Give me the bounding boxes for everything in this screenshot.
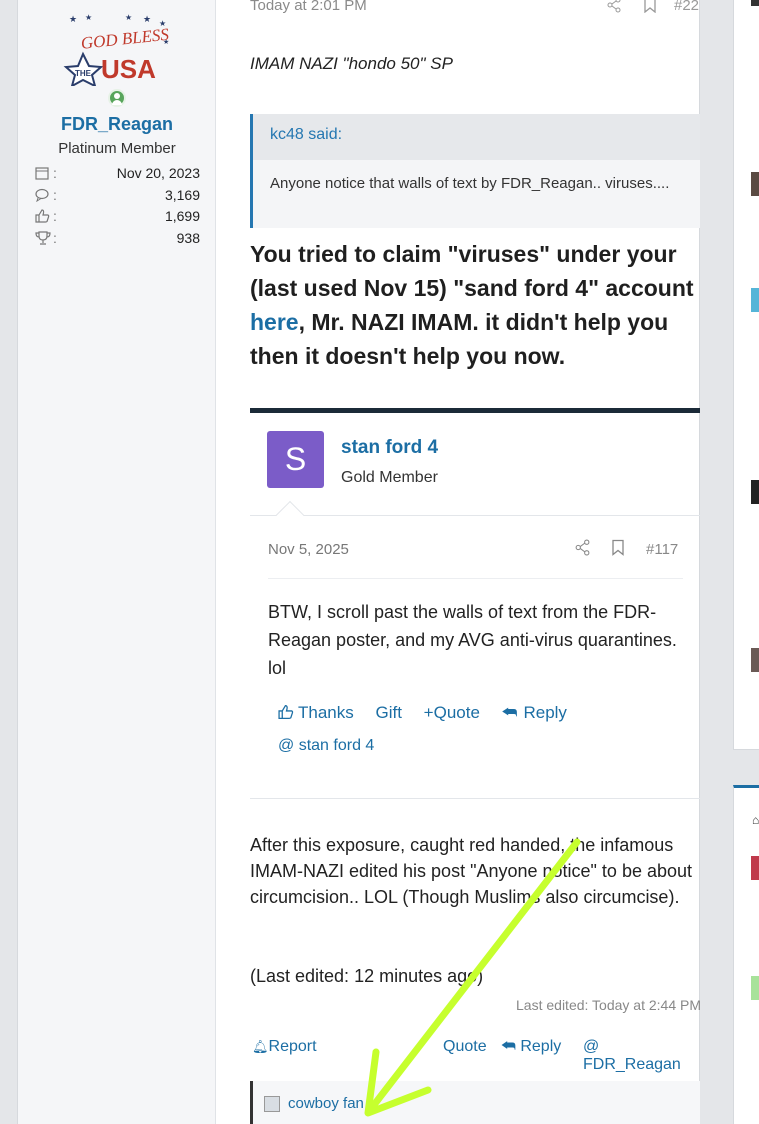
stat-points: : 938 — [35, 230, 200, 250]
embed-username[interactable]: stan ford 4 — [341, 437, 438, 459]
divider — [250, 515, 700, 516]
username[interactable]: FDR_Reagan — [18, 114, 216, 135]
report-button[interactable]: 🔔︎Report — [252, 1038, 317, 1056]
divider — [268, 578, 683, 579]
post-main: Today at 2:01 PM #22 IMAM NAZI "hondo 50… — [233, 0, 701, 1124]
thanks-button[interactable]: Thanks — [278, 703, 354, 722]
mention-button[interactable]: @ FDR_Reagan — [583, 1038, 701, 1074]
thumbs-up-icon — [35, 209, 53, 225]
gift-button[interactable]: Gift — [375, 703, 401, 722]
edited-note: (Last edited: 12 minutes ago) — [250, 966, 484, 986]
svg-text:★: ★ — [125, 13, 132, 22]
embed-mention-button[interactable]: @ stan ford 4 — [278, 737, 374, 755]
stat-joined: : Nov 20, 2023 — [35, 165, 200, 185]
last-edited[interactable]: Last edited: Today at 2:44 PM — [516, 997, 701, 1013]
bookmark-icon[interactable] — [611, 539, 625, 561]
divider — [250, 798, 700, 799]
quote-author[interactable]: kc48 said: — [253, 114, 700, 160]
reaction-user[interactable]: cowboy fan — [288, 1095, 364, 1112]
thumbnail[interactable] — [751, 172, 759, 196]
post-body-bold: You tried to claim "viruses" under your … — [250, 241, 694, 369]
stat-messages: : 3,169 — [35, 187, 200, 207]
svg-text:GOD BLESS: GOD BLESS — [80, 25, 170, 53]
reply-icon: ⮪ — [501, 703, 518, 722]
thumbnail[interactable] — [751, 976, 759, 1000]
reply-icon: ⮪ — [501, 1038, 516, 1055]
here-link[interactable]: here — [250, 309, 299, 335]
svg-text:★: ★ — [85, 13, 92, 22]
thumbnail[interactable] — [751, 480, 759, 504]
reply-button[interactable]: ⮪ Reply — [502, 703, 567, 722]
post-actions: 🔔︎Report Quote ⮪ Reply @ FDR_Reagan — [233, 1038, 701, 1073]
user-sidebar: ★ ★ ★ ★ ★ ★ GOD BLESS THE USA FDR_Reagan… — [18, 0, 216, 1124]
embed-date[interactable]: Nov 5, 2025 — [268, 541, 349, 558]
quote-block: kc48 said: Anyone notice that walls of t… — [250, 114, 700, 228]
svg-text:THE: THE — [75, 69, 92, 78]
user-avatar[interactable]: ★ ★ ★ ★ ★ ★ GOD BLESS THE USA — [63, 12, 173, 86]
calendar-icon — [35, 166, 53, 182]
right-sidebar-widget — [733, 0, 759, 750]
embed-avatar[interactable]: S — [267, 431, 324, 488]
widget-icon: ⌂ — [752, 813, 759, 827]
reaction-icon — [264, 1096, 280, 1112]
post-number[interactable]: #22 — [674, 0, 699, 14]
embed-user-rank: Gold Member — [341, 469, 438, 486]
trophy-icon — [35, 231, 53, 247]
at-icon: @ — [583, 1038, 600, 1055]
stat-reactions: : 1,699 — [35, 208, 200, 228]
share-icon[interactable] — [574, 539, 591, 561]
bell-icon: 🔔︎ — [252, 1039, 269, 1054]
share-icon[interactable] — [606, 0, 622, 17]
embed-post-number[interactable]: #117 — [646, 541, 678, 558]
post-body-after: After this exposure, caught red handed, … — [250, 835, 693, 907]
caret-decoration — [275, 500, 305, 530]
embedded-post: S stan ford 4 Gold Member Nov 5, 2025 #1… — [250, 408, 700, 799]
thumbnail[interactable] — [751, 856, 759, 880]
embed-body: BTW, I scroll past the walls of text fro… — [268, 602, 677, 678]
thumbnail[interactable] — [751, 648, 759, 672]
embed-actions: Thanks Gift +Quote ⮪ Reply — [278, 703, 584, 723]
at-icon: @ — [278, 737, 295, 754]
svg-text:★: ★ — [69, 14, 77, 24]
svg-text:USA: USA — [101, 54, 156, 84]
user-title: Platinum Member — [58, 140, 176, 157]
thumbnail[interactable] — [751, 0, 759, 6]
svg-text:★: ★ — [143, 14, 151, 24]
online-status-icon — [108, 89, 126, 107]
quote-button[interactable]: +Quote — [424, 703, 480, 722]
reaction-bar: cowboy fan — [250, 1081, 700, 1124]
reply-button[interactable]: ⮪ Reply — [501, 1038, 561, 1056]
messages-icon — [35, 188, 53, 204]
bookmark-icon[interactable] — [643, 0, 657, 17]
thumbnail[interactable] — [751, 288, 759, 312]
quote-button[interactable]: Quote — [423, 1038, 487, 1056]
post-intro: IMAM NAZI "hondo 50" SP — [250, 54, 453, 73]
right-sidebar-widget-2: ⌂ — [733, 785, 759, 1124]
post-date[interactable]: Today at 2:01 PM — [250, 0, 367, 14]
quote-text: Anyone notice that walls of text by FDR_… — [270, 175, 670, 192]
post-container: ★ ★ ★ ★ ★ ★ GOD BLESS THE USA FDR_Reagan… — [17, 0, 701, 1124]
